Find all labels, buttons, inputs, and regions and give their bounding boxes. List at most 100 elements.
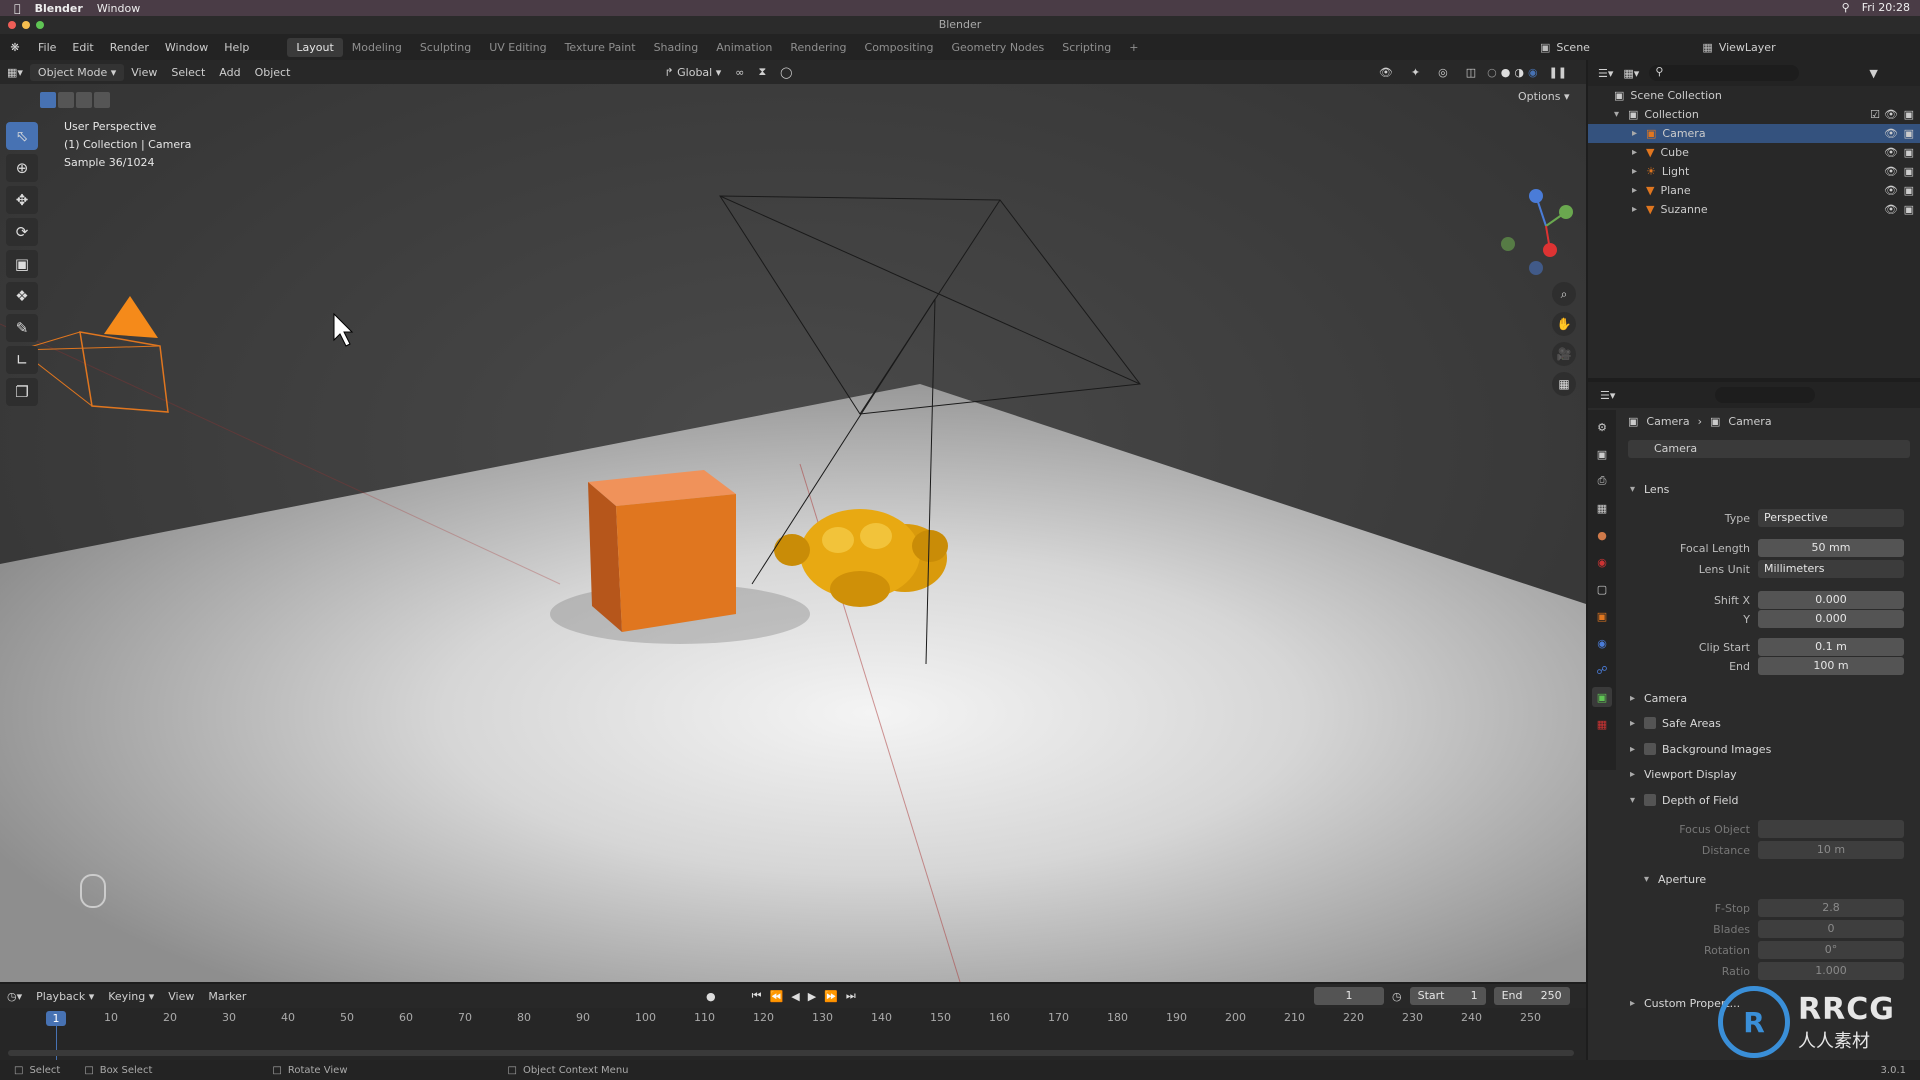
orientation-dropdown[interactable]: ↱ Global ▾: [657, 64, 728, 81]
tab-shading[interactable]: Shading: [645, 38, 708, 57]
play-reverse-icon[interactable]: ◀: [791, 990, 799, 1003]
outliner-item-cube[interactable]: ▸ ▼ Cube 👁 ▣: [1588, 143, 1920, 162]
outliner-item-plane[interactable]: ▸ ▼ Plane 👁 ▣: [1588, 181, 1920, 200]
menu-window[interactable]: Window: [157, 41, 216, 54]
outliner-item-camera[interactable]: ▸ ▣ Camera 👁 ▣: [1588, 124, 1920, 143]
object-mode-dropdown[interactable]: Object Mode ▾: [29, 63, 125, 81]
fstop-field[interactable]: 2.8: [1758, 899, 1904, 917]
eye-icon[interactable]: 👁: [1884, 203, 1898, 216]
select-subtract-icon[interactable]: [76, 92, 92, 108]
outliner-item-light[interactable]: ▸ ☀ Light 👁 ▣: [1588, 162, 1920, 181]
minimize-window-button[interactable]: [22, 21, 30, 29]
tab-scripting[interactable]: Scripting: [1053, 38, 1120, 57]
collection-tab-icon[interactable]: ▢: [1592, 579, 1612, 599]
distance-field[interactable]: 10 m: [1758, 841, 1904, 859]
tab-uv-editing[interactable]: UV Editing: [480, 38, 555, 57]
cursor-tool-icon[interactable]: ⊕: [6, 154, 38, 182]
tab-texture-paint[interactable]: Texture Paint: [556, 38, 645, 57]
current-frame-field[interactable]: 1: [1314, 987, 1384, 1005]
timeline-editor-icon[interactable]: ◷▾: [0, 988, 29, 1005]
tab-rendering[interactable]: Rendering: [781, 38, 855, 57]
chevron-right-icon[interactable]: ▸: [1632, 204, 1646, 215]
camera-view-icon[interactable]: 🎥: [1552, 342, 1576, 366]
collection-row[interactable]: ▾ ▣ Collection ☑ 👁 ▣: [1588, 105, 1920, 124]
timeline-scrollbar[interactable]: [8, 1050, 1574, 1056]
zoom-icon[interactable]: ⌕: [1552, 282, 1576, 306]
render-camera-icon[interactable]: ▣: [1904, 203, 1914, 216]
record-icon[interactable]: ●: [706, 990, 716, 1003]
menu-timeline-view[interactable]: View: [161, 988, 201, 1005]
menu-help[interactable]: Help: [216, 41, 257, 54]
rotation-field[interactable]: 0°: [1758, 941, 1904, 959]
tool-tab-icon[interactable]: ⚙: [1592, 417, 1612, 437]
material-shading-icon[interactable]: ◑: [1514, 66, 1524, 79]
start-frame-field[interactable]: Start 1: [1409, 987, 1486, 1005]
camera-datablock-field[interactable]: Camera: [1628, 440, 1910, 458]
add-cube-tool-icon[interactable]: ❐: [6, 378, 38, 406]
pivot-icon[interactable]: ∞: [728, 64, 751, 81]
eye-icon[interactable]: 👁: [1884, 165, 1898, 178]
render-camera-icon[interactable]: ▣: [1904, 184, 1914, 197]
pan-hand-icon[interactable]: ✋: [1552, 312, 1576, 336]
render-camera-icon[interactable]: ▣: [1904, 108, 1914, 121]
constraint-tab-icon[interactable]: ☍: [1592, 660, 1612, 680]
clip-start-field[interactable]: 0.1 m: [1758, 638, 1904, 656]
camera-panel-header[interactable]: ▸ Camera: [1630, 687, 1910, 709]
aperture-panel-header[interactable]: ▾ Aperture: [1630, 868, 1910, 890]
chevron-right-icon[interactable]: ▸: [1632, 185, 1646, 196]
scene-name[interactable]: Scene: [1556, 41, 1656, 54]
ratio-field[interactable]: 1.000: [1758, 962, 1904, 980]
rendered-shading-icon[interactable]: ◉: [1528, 66, 1538, 79]
render-camera-icon[interactable]: ▣: [1904, 127, 1914, 140]
safe-areas-panel-header[interactable]: ▸ Safe Areas: [1630, 712, 1910, 734]
jump-end-icon[interactable]: ⏭: [846, 989, 856, 1003]
jump-start-icon[interactable]: ⏮: [752, 989, 762, 1003]
play-icon[interactable]: ▶: [808, 990, 816, 1003]
maximize-window-button[interactable]: [36, 21, 44, 29]
timeline[interactable]: 1 10 20 30 40 50 60 70 80 90 100 110 120 130 140 150 16…: [0, 1008, 1586, 1060]
tab-animation[interactable]: Animation: [707, 38, 781, 57]
chevron-right-icon[interactable]: ▸: [1632, 166, 1646, 177]
shift-y-field[interactable]: 0.000: [1758, 610, 1904, 628]
chevron-right-icon[interactable]: ▸: [1632, 128, 1646, 139]
next-keyframe-icon[interactable]: ⏩: [824, 990, 838, 1003]
tab-geometry-nodes[interactable]: Geometry Nodes: [942, 38, 1053, 57]
lens-unit-dropdown[interactable]: Millimeters: [1758, 560, 1904, 578]
tab-modeling[interactable]: Modeling: [343, 38, 411, 57]
view-layer-name[interactable]: ViewLayer: [1719, 41, 1776, 54]
menu-view[interactable]: View: [124, 64, 164, 81]
shift-x-field[interactable]: 0.000: [1758, 591, 1904, 609]
search-icon[interactable]: ⚲: [1842, 1, 1850, 14]
perspective-grid-icon[interactable]: ▦: [1552, 372, 1576, 396]
menu-marker[interactable]: Marker: [201, 988, 253, 1005]
collection-checkbox[interactable]: ☑: [1870, 108, 1880, 121]
annotate-tool-icon[interactable]: ✎: [6, 314, 38, 342]
visibility-icon[interactable]: 👁: [1372, 64, 1400, 81]
select-new-icon[interactable]: [40, 92, 56, 108]
eye-icon[interactable]: 👁: [1884, 108, 1898, 121]
mac-app-name[interactable]: Blender: [35, 2, 83, 15]
snap-icon[interactable]: ⧗: [751, 63, 773, 81]
add-workspace-button[interactable]: +: [1120, 38, 1147, 57]
clock-icon[interactable]: ◷: [1392, 990, 1402, 1003]
proportional-edit-icon[interactable]: ◯: [773, 64, 799, 81]
prev-keyframe-icon[interactable]: ⏪: [770, 990, 784, 1003]
view-layer-tab-icon[interactable]: ▦: [1592, 498, 1612, 518]
transform-tool-icon[interactable]: ❖: [6, 282, 38, 310]
menu-keying[interactable]: Keying ▾: [101, 988, 161, 1005]
solid-shading-icon[interactable]: ●: [1501, 66, 1511, 79]
select-box-tool-icon[interactable]: ⬁: [6, 122, 38, 150]
render-camera-icon[interactable]: ▣: [1904, 165, 1914, 178]
safe-areas-checkbox[interactable]: [1644, 717, 1656, 729]
outliner-search-input[interactable]: ⚲: [1649, 65, 1800, 81]
outliner-editor-icon[interactable]: ☰▾: [1598, 67, 1613, 80]
lens-type-dropdown[interactable]: Perspective: [1758, 509, 1904, 527]
apple-icon[interactable]: : [14, 2, 21, 15]
overlay-icon[interactable]: ◎: [1431, 64, 1455, 81]
viewport-3d[interactable]: ⌕ ✋ 🎥 ▦ Options ▾: [0, 84, 1586, 982]
menu-render[interactable]: Render: [102, 41, 157, 54]
tab-sculpting[interactable]: Sculpting: [411, 38, 480, 57]
close-window-button[interactable]: [8, 21, 16, 29]
menu-select[interactable]: Select: [164, 64, 212, 81]
measure-tool-icon[interactable]: ∟: [6, 346, 38, 374]
